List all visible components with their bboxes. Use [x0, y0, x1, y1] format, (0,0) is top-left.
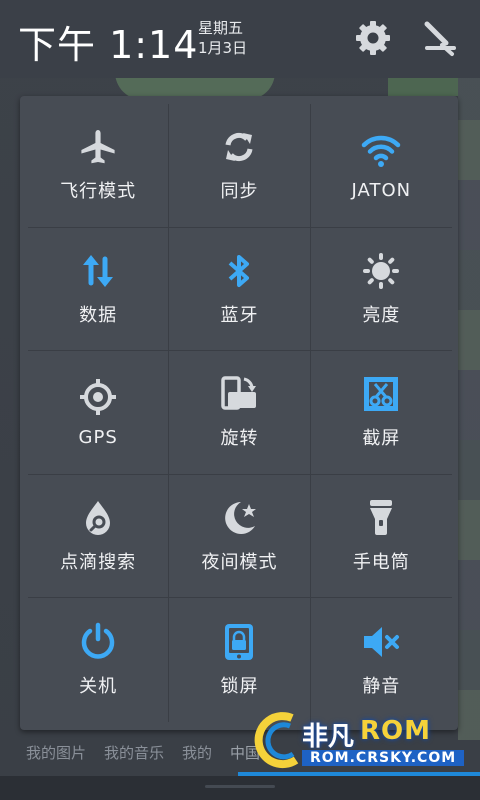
watermark-emblem-icon [254, 712, 299, 769]
wifi-icon [362, 135, 401, 167]
airplane-icon [81, 130, 115, 164]
power-icon [81, 622, 115, 659]
toggle-label: 静音 [362, 676, 401, 698]
toggle-drop-search[interactable]: 点滴搜索 [28, 474, 170, 599]
toggle-label: 夜间模式 [201, 552, 278, 574]
watermark-text-en: ROM [360, 716, 431, 746]
notification-header: 下午 1:14 星期五 1月3日 [0, 0, 480, 78]
background-tab: 我的 [182, 743, 213, 762]
watermark-logo: 非凡 ROM ROM.CRSKY.COM [252, 706, 480, 776]
toggle-label: 关机 [79, 676, 118, 698]
edit-button[interactable] [418, 18, 458, 58]
sync-icon [226, 133, 253, 162]
toggle-grid: 飞行模式 同步 JATON 数据 蓝牙 亮度 GPS 旋转 截屏 点滴搜索 夜间… [28, 104, 452, 722]
toggle-label: GPS [78, 426, 118, 448]
toggle-wifi[interactable]: JATON [310, 104, 452, 228]
settings-button[interactable] [353, 18, 393, 58]
screenshot-icon [364, 377, 399, 412]
toggle-power-off[interactable]: 关机 [28, 598, 170, 722]
toggle-screenshot[interactable]: 截屏 [310, 351, 452, 475]
toggle-label: 同步 [220, 181, 259, 203]
search-drop-icon [86, 501, 111, 536]
toggle-brightness[interactable]: 亮度 [310, 228, 452, 352]
weekday: 星期五 [198, 19, 244, 37]
date-block: 星期五 1月3日 [198, 18, 247, 58]
toggle-airplane-mode[interactable]: 飞行模式 [28, 104, 170, 228]
brightness-icon [363, 252, 400, 289]
toggle-night-mode[interactable]: 夜间模式 [169, 474, 311, 599]
toggle-label: 手电筒 [352, 552, 410, 574]
background-tab: 我的音乐 [104, 743, 165, 762]
watermark-text-cn: 非凡 [302, 722, 355, 752]
toggle-mobile-data[interactable]: 数据 [28, 227, 170, 352]
bluetooth-icon [229, 254, 250, 287]
drag-handle[interactable] [205, 785, 275, 788]
bottom-bar [0, 772, 480, 800]
toggle-sync[interactable]: 同步 [169, 104, 311, 228]
toggle-label: 数据 [79, 304, 118, 326]
toggle-label: 蓝牙 [220, 304, 259, 326]
rotate-icon [221, 376, 257, 411]
edit-icon [424, 21, 456, 56]
toggle-label: 截屏 [362, 428, 401, 450]
watermark-url: ROM.CRSKY.COM [302, 750, 465, 766]
toggle-label: 锁屏 [220, 676, 259, 698]
toggle-label: 旋转 [220, 428, 259, 450]
toggle-lock-screen[interactable]: 锁屏 [169, 598, 311, 722]
flashlight-icon [370, 500, 393, 536]
toggle-label: 飞行模式 [60, 181, 137, 203]
toggle-label: 点滴搜索 [60, 552, 137, 574]
gear-icon [356, 21, 390, 55]
toggle-rotate[interactable]: 旋转 [169, 351, 311, 475]
lock-screen-icon [225, 624, 254, 661]
toggle-label: JATON [351, 179, 412, 201]
toggle-label: 亮度 [362, 304, 401, 326]
background-tab: 我的图片 [26, 743, 87, 762]
data-icon [83, 254, 114, 287]
toggle-mute[interactable]: 静音 [311, 598, 452, 722]
clock: 下午 1:14 [18, 23, 199, 67]
quick-settings-panel: 飞行模式 同步 JATON 数据 蓝牙 亮度 GPS 旋转 截屏 点滴搜索 夜间… [20, 96, 458, 730]
toggle-bluetooth[interactable]: 蓝牙 [169, 227, 311, 352]
date: 1月3日 [198, 39, 248, 57]
night-mode-icon [225, 502, 257, 535]
toggle-flashlight[interactable]: 手电筒 [310, 475, 452, 599]
gps-icon [80, 378, 117, 415]
toggle-gps[interactable]: GPS [28, 351, 170, 475]
background-content-strip [458, 60, 480, 740]
mute-icon [364, 627, 400, 658]
